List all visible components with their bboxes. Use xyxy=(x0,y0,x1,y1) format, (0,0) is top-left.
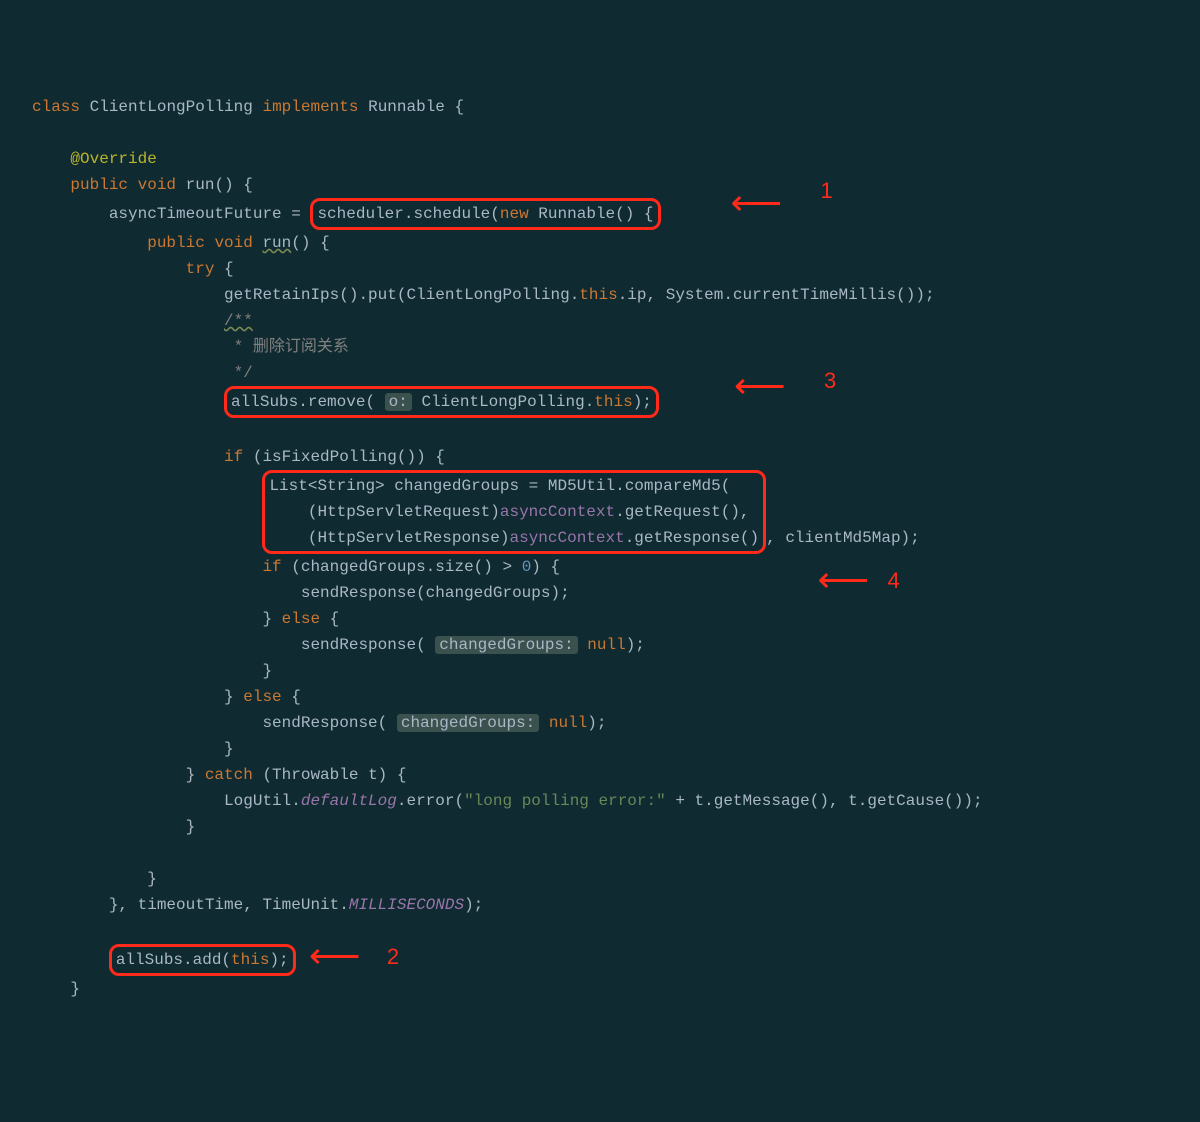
brace: } xyxy=(186,818,196,836)
sp xyxy=(578,636,588,654)
allsubs-add: allSubs.add( xyxy=(116,951,231,969)
runnable-anon: Runnable() { xyxy=(529,205,654,223)
field-asynccontext: asyncContext xyxy=(500,503,615,521)
brace: { xyxy=(320,610,339,628)
string-literal: "long polling error:" xyxy=(464,792,666,810)
brace: } xyxy=(186,766,205,784)
kw-else: else xyxy=(282,610,320,628)
brace: } xyxy=(262,662,272,680)
kw-null: null xyxy=(549,714,587,732)
annotation-label-4: 4 xyxy=(887,568,899,594)
field-defaultlog: defaultLog xyxy=(301,792,397,810)
comment-line: */ xyxy=(224,364,253,382)
annotation-label-3: 3 xyxy=(824,368,836,394)
brace: } xyxy=(224,688,243,706)
assign-lhs: asyncTimeoutFuture = xyxy=(109,205,311,223)
kw-class: class xyxy=(32,98,80,116)
highlight-box-3: allSubs.remove( o: ClientLongPolling.thi… xyxy=(224,386,659,418)
kw-try: try xyxy=(186,260,215,278)
catch-param: (Throwable t) { xyxy=(253,766,407,784)
brace: { xyxy=(214,260,233,278)
kw-if: if xyxy=(224,448,243,466)
log-call: LogUtil. xyxy=(224,792,301,810)
iface-name: Runnable xyxy=(368,98,445,116)
highlight-box-1: scheduler.schedule(new Runnable() { xyxy=(310,198,660,230)
kw-if: if xyxy=(262,558,281,576)
brace: } xyxy=(224,740,234,758)
brace: } xyxy=(147,870,157,888)
line: List<String> changedGroups = MD5Util.com… xyxy=(269,477,730,495)
kw-implements: implements xyxy=(262,98,358,116)
line: (HttpServletResponse) xyxy=(269,529,509,547)
kw-this: this xyxy=(231,951,269,969)
code-block: class ClientLongPolling implements Runna… xyxy=(32,94,1200,1002)
highlight-box-2: allSubs.add(this); xyxy=(109,944,296,976)
kw-public: public xyxy=(147,234,205,252)
line: sendResponse(changedGroups); xyxy=(262,584,569,602)
line: (HttpServletRequest) xyxy=(269,503,499,521)
line-tail: .getRequest(), xyxy=(615,503,749,521)
line-tail: .getResponse() xyxy=(625,529,759,547)
kw-new: new xyxy=(500,205,529,223)
kw-this: this xyxy=(579,286,617,304)
cond: (isFixedPolling()) { xyxy=(243,448,445,466)
log-method: .error( xyxy=(397,792,464,810)
brace: } xyxy=(262,610,281,628)
send-null: sendResponse( xyxy=(224,714,397,732)
kw-void: void xyxy=(138,176,176,194)
paren: ); xyxy=(587,714,606,732)
param-hint: o: xyxy=(385,393,412,411)
paren: ); xyxy=(626,636,645,654)
param-hint: changedGroups: xyxy=(435,636,577,654)
sched-tail: }, timeoutTime, TimeUnit. xyxy=(109,896,349,914)
paren: ); xyxy=(464,896,483,914)
param-hint: changedGroups: xyxy=(397,714,539,732)
allsubs-remove: allSubs.remove( xyxy=(231,393,385,411)
kw-void: void xyxy=(214,234,252,252)
kw-else: else xyxy=(243,688,281,706)
paren-brace: () { xyxy=(291,234,329,252)
brace: } xyxy=(70,980,80,998)
method-run-inner: run xyxy=(262,234,291,252)
kw-this: this xyxy=(594,393,632,411)
kw-public: public xyxy=(70,176,128,194)
paren: ); xyxy=(269,951,288,969)
kw-catch: catch xyxy=(205,766,253,784)
annotation-label-1: 1 xyxy=(820,178,832,204)
kw-null: null xyxy=(587,636,625,654)
highlight-box-4: List<String> changedGroups = MD5Util.com… xyxy=(262,470,766,554)
brace: { xyxy=(282,688,301,706)
cond-tail: ) { xyxy=(531,558,560,576)
sp xyxy=(539,714,549,732)
cond: (changedGroups.size() > xyxy=(282,558,522,576)
class-name: ClientLongPolling xyxy=(90,98,253,116)
comment-line: /** xyxy=(224,312,253,330)
comment-line: * 删除订阅关系 xyxy=(224,338,349,356)
brace: { xyxy=(445,98,464,116)
line-tail: , clientMd5Map); xyxy=(766,529,920,547)
paren: ); xyxy=(633,393,652,411)
annotation-override: @Override xyxy=(70,150,156,168)
stmt-tail: .ip, System.currentTimeMillis()); xyxy=(618,286,935,304)
send-null: sendResponse( xyxy=(262,636,435,654)
field-asynccontext: asyncContext xyxy=(509,529,624,547)
num-zero: 0 xyxy=(522,558,532,576)
method-run: run() { xyxy=(176,176,253,194)
annotation-label-2: 2 xyxy=(387,944,399,970)
qualified: ClientLongPolling. xyxy=(412,393,594,411)
const-ms: MILLISECONDS xyxy=(349,896,464,914)
schedule-call: scheduler.schedule( xyxy=(317,205,499,223)
stmt-getretain: getRetainIps().put(ClientLongPolling. xyxy=(224,286,579,304)
log-tail: + t.getMessage(), t.getCause()); xyxy=(666,792,983,810)
